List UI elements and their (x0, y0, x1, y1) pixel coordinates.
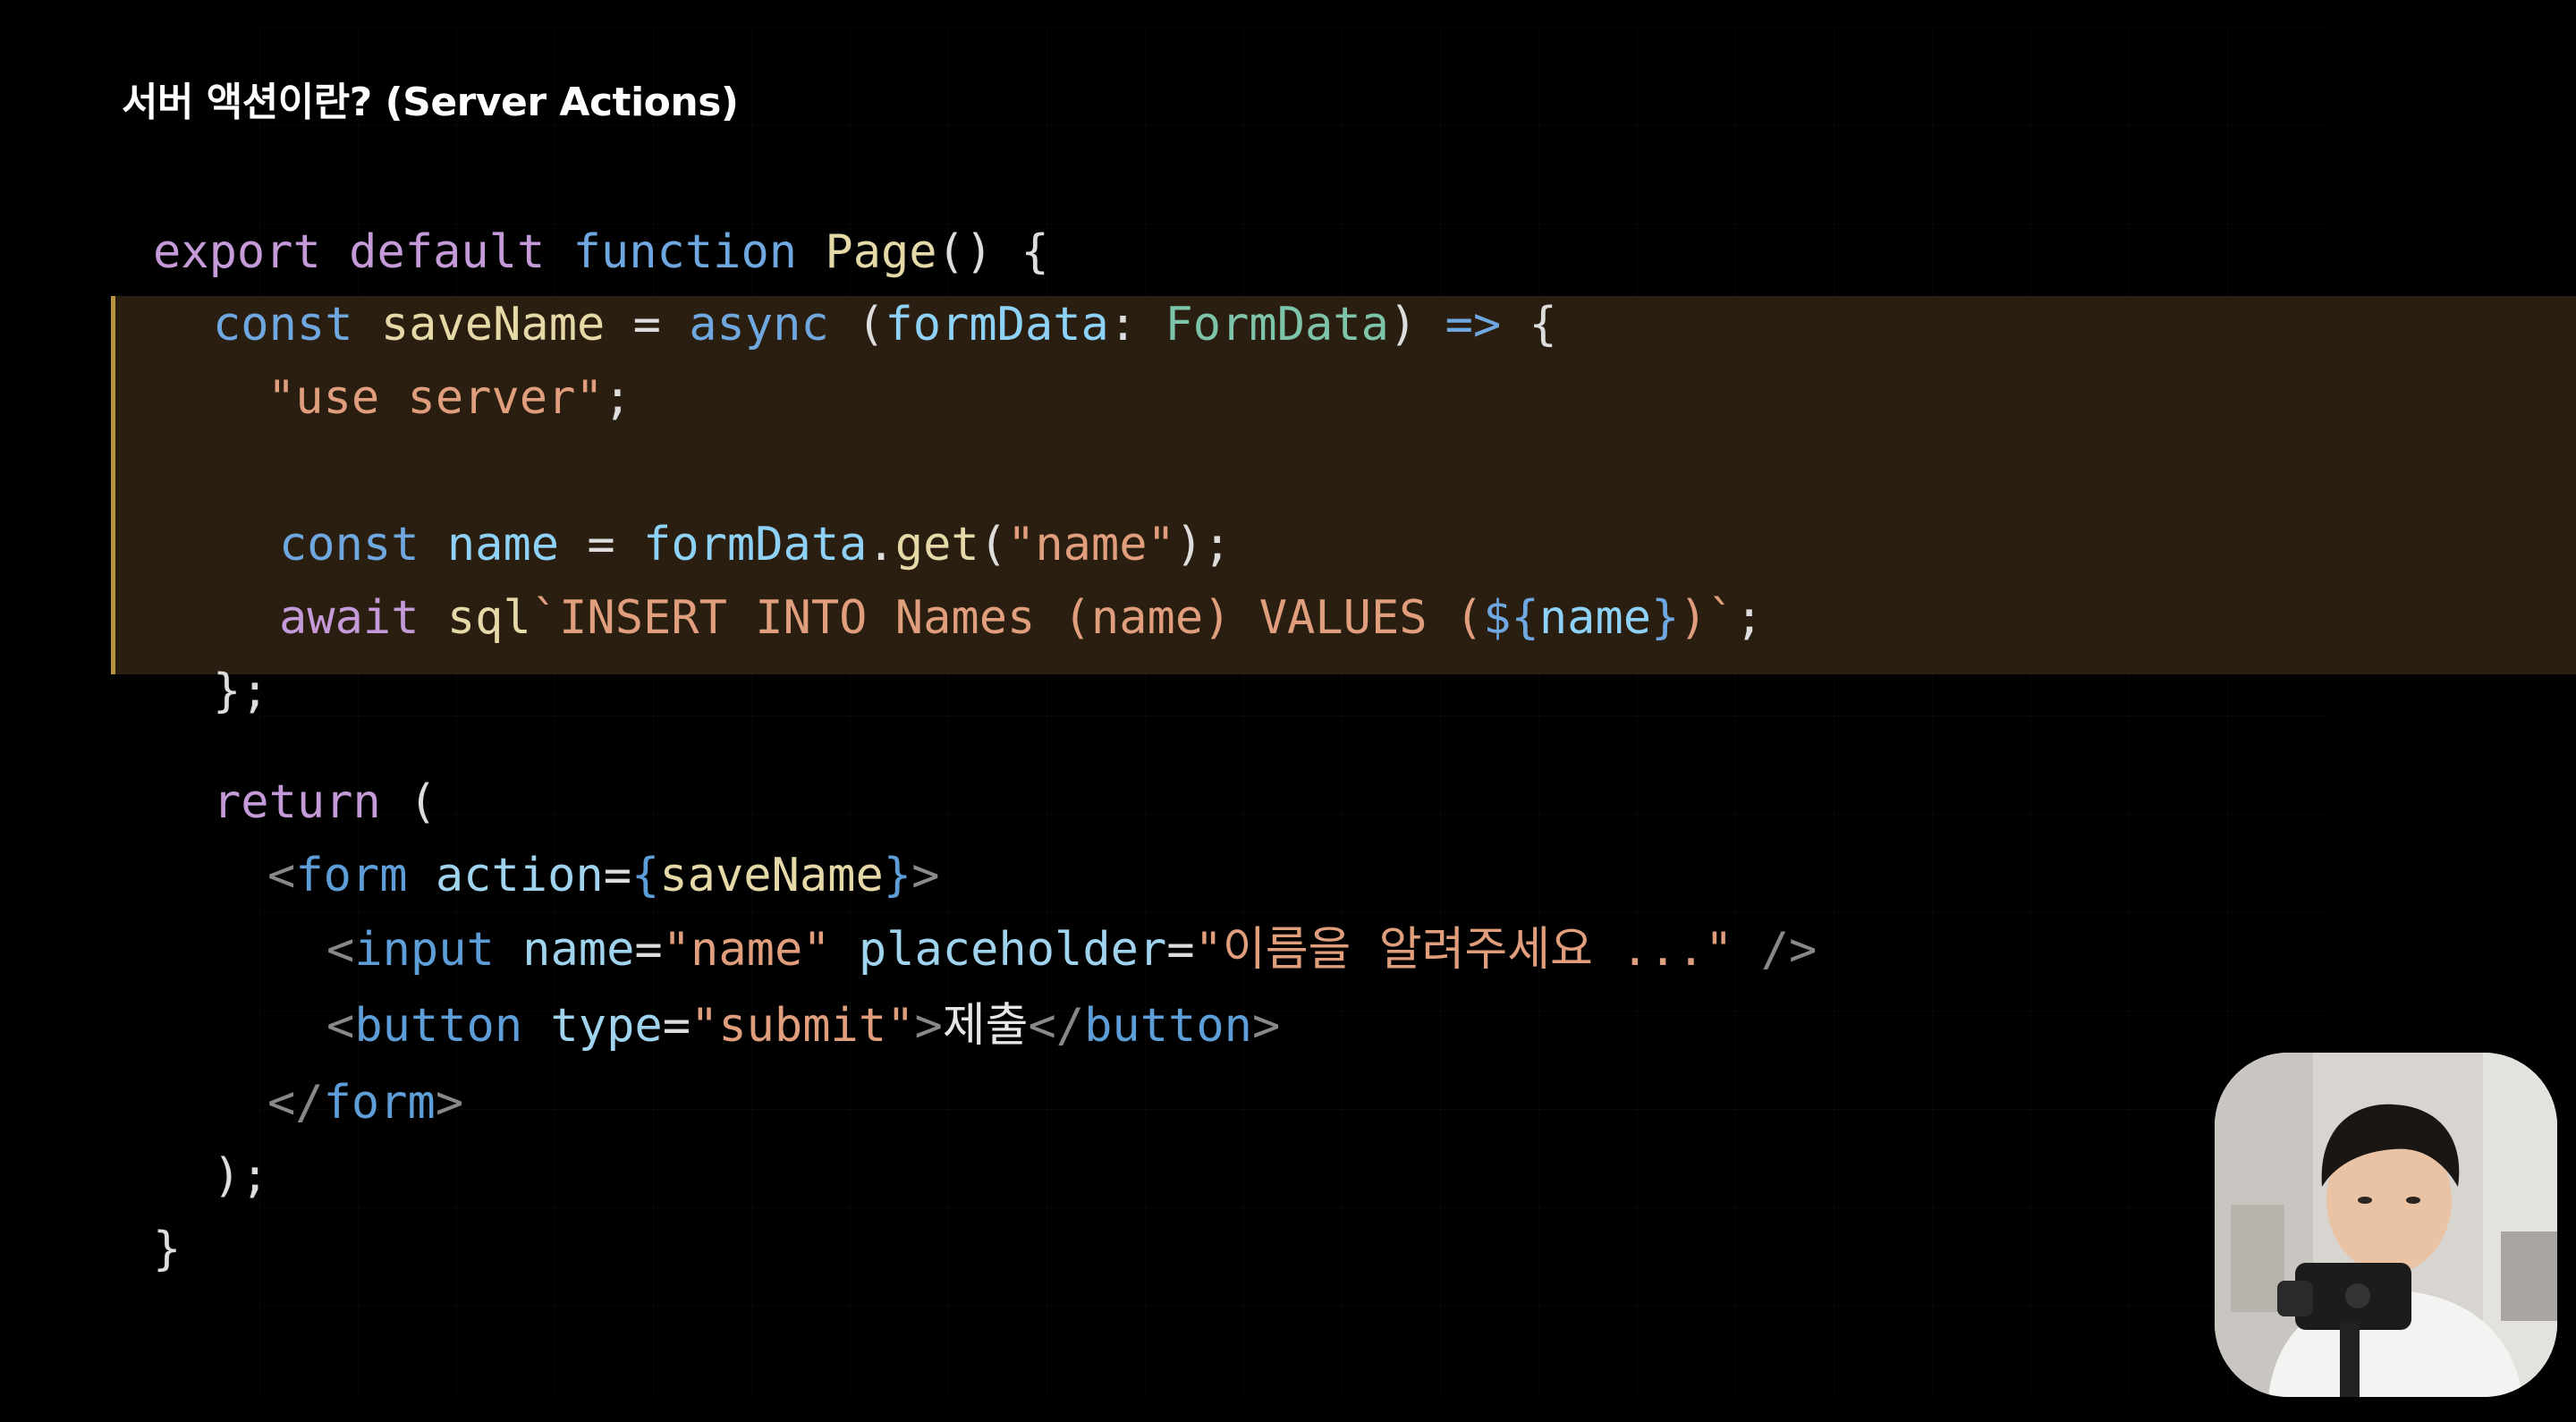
code-line-12: ); (213, 1149, 269, 1203)
code-line-3: "use server"; (267, 371, 631, 425)
code-line-6: }; (213, 664, 269, 718)
function-close: } (153, 1223, 182, 1276)
paren-open: ( (828, 298, 886, 351)
jsx-angle-open: < (267, 849, 296, 902)
keyword-await: await (279, 591, 419, 645)
return-close: ); (213, 1149, 269, 1203)
arrow-operator: => (1445, 298, 1502, 351)
directive-use-server: "use server" (267, 371, 604, 425)
slide-canvas: 서버 액션이란? (Server Actions) export default… (0, 0, 2576, 1422)
jsx-angle-close: > (911, 849, 940, 902)
jsx-attr-placeholder: placeholder (858, 923, 1167, 977)
operator-assign: = (605, 298, 690, 351)
jsx-tag-button-close: button (1084, 999, 1252, 1053)
jsx-attr-type: type (550, 999, 663, 1053)
jsx-attr-eq: = (603, 849, 632, 902)
identifier-name: name (446, 518, 560, 571)
jsx-angle-close: > (1251, 999, 1281, 1053)
keyword-return: return (213, 775, 381, 829)
jsx-tag-button: button (354, 999, 523, 1053)
jsx-attr-eq: = (634, 923, 663, 977)
code-line-11: </form> (267, 1076, 463, 1130)
code-line-2: const saveName = async (formData: FormDa… (213, 298, 1557, 351)
interpolation-open: ${ (1483, 591, 1539, 645)
jsx-attr-action: action (435, 849, 604, 902)
jsx-text-submit: 제출 (942, 999, 1029, 1053)
function-signature-tail: () { (936, 225, 1049, 279)
keyword-async: async (689, 298, 829, 351)
paren-close: ) (1388, 298, 1445, 351)
type-colon: : (1108, 298, 1165, 351)
jsx-brace-open: { (631, 849, 660, 902)
keyword-const: const (213, 298, 353, 351)
jsx-attr-name: name (522, 923, 635, 977)
code-line-4: const name = formData.get("name"); (279, 518, 1231, 571)
paren-open: ( (979, 518, 1008, 571)
block-close: }; (213, 664, 269, 718)
interpolation-name: name (1538, 591, 1652, 645)
jsx-value-name: "name" (662, 923, 831, 977)
jsx-angle-open: < (326, 999, 355, 1053)
type-formdata: FormData (1165, 298, 1389, 351)
code-line-5: await sql`INSERT INTO Names (name) VALUE… (279, 591, 1763, 645)
jsx-angle-close: > (914, 999, 943, 1053)
code-line-8: <form action={saveName}> (267, 849, 939, 902)
jsx-tag-form: form (295, 849, 408, 902)
keyword-function: function (572, 225, 798, 279)
paren-open: ( (380, 775, 437, 829)
keyword-export: export (153, 225, 321, 279)
jsx-attr-eq: = (1166, 923, 1195, 977)
jsx-tag-input: input (354, 923, 495, 977)
presenter-video-icon (2215, 1053, 2557, 1397)
operator-assign: = (559, 518, 644, 571)
keyword-default: default (349, 225, 546, 279)
jsx-angle-close: > (435, 1076, 464, 1130)
code-line-10: <button type="submit">제출</button> (326, 999, 1280, 1053)
jsx-close-open: </ (267, 1076, 324, 1130)
paren-close: ); (1174, 518, 1232, 571)
code-line-1: export default function Page() { (153, 225, 1049, 279)
template-literal-start: `INSERT INTO Names (name) VALUES ( (530, 591, 1484, 645)
identifier-savename: saveName (380, 298, 606, 351)
jsx-brace-close: } (883, 849, 912, 902)
jsx-tag-form-close: form (323, 1076, 436, 1130)
function-name: Page (825, 225, 937, 279)
member-dot: . (867, 518, 895, 571)
tag-function-sql: sql (446, 591, 531, 645)
template-literal-end: )` (1679, 591, 1736, 645)
jsx-close-open: </ (1028, 999, 1085, 1053)
semicolon: ; (603, 371, 631, 425)
code-block: export default function Page() { const s… (0, 0, 2576, 1422)
jsx-attr-eq: = (662, 999, 691, 1053)
semicolon: ; (1735, 591, 1764, 645)
brace-open: { (1501, 298, 1557, 351)
jsx-self-close: /> (1733, 923, 1818, 977)
string-name: "name" (1007, 518, 1175, 571)
jsx-value-savename: saveName (659, 849, 884, 902)
keyword-const: const (279, 518, 419, 571)
code-line-13: } (153, 1223, 181, 1276)
presenter-webcam (2215, 1053, 2557, 1397)
object-formdata: formData (643, 518, 868, 571)
jsx-value-submit: "submit" (691, 999, 915, 1053)
interpolation-close: } (1651, 591, 1680, 645)
method-get: get (894, 518, 979, 571)
jsx-angle-open: < (326, 923, 355, 977)
code-line-7: return ( (213, 775, 436, 829)
code-line-9: <input name="name" placeholder="이름을 알려주세… (326, 923, 1817, 977)
jsx-value-placeholder: "이름을 알려주세요 ..." (1194, 923, 1733, 977)
param-formdata: formData (885, 298, 1109, 351)
